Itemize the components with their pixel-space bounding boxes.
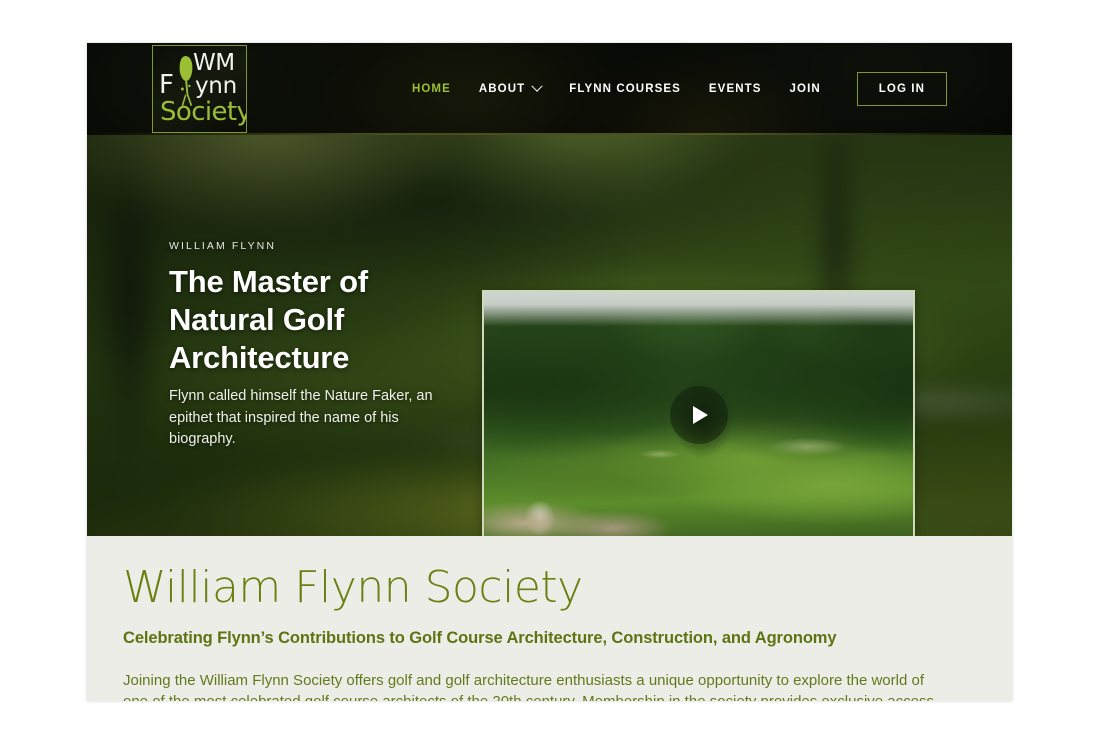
section-body-text: Joining the William Flynn Society offers… <box>123 672 934 701</box>
nav-item-flynn-courses[interactable]: FLYNN COURSES <box>569 83 681 95</box>
main-navigation: HOME ABOUT FLYNN COURSES EVENTS JOIN LOG… <box>412 72 947 106</box>
nav-item-join[interactable]: JOIN <box>790 83 821 95</box>
nav-item-home-label: HOME <box>411 83 451 95</box>
chevron-down-icon <box>531 80 543 92</box>
section-subtitle: Celebrating Flynn’s Contributions to Gol… <box>123 629 837 647</box>
logo-text-f: F <box>159 70 174 100</box>
intro-section: William Flynn Society Celebrating Flynn’… <box>87 536 1012 701</box>
site-logo[interactable]: WM F ynn Society <box>152 45 247 133</box>
hero-title: The Master of Natural Golf Architecture <box>169 264 368 375</box>
nav-item-about[interactable]: ABOUT <box>478 80 543 95</box>
site-header: WM F ynn Society HOME ABOUT FLYNN COURSE… <box>87 43 1012 135</box>
nav-item-join-label: JOIN <box>789 83 821 95</box>
hero-subtitle: Flynn called himself the Nature Faker, a… <box>169 388 433 448</box>
hero-copy-block: WILLIAM FLYNN The Master of Natural Golf… <box>169 240 454 451</box>
login-button[interactable]: LOG IN <box>856 72 947 106</box>
hero-section: WILLIAM FLYNN The Master of Natural Golf… <box>87 135 1012 536</box>
header-inner: WM F ynn Society HOME ABOUT FLYNN COURSE… <box>87 43 1012 135</box>
logo-text-ynn: ynn <box>195 73 237 99</box>
logo-text-society: Society <box>160 97 247 127</box>
logo-text-wm: WM <box>193 50 235 76</box>
nav-item-events-label: EVENTS <box>708 83 762 95</box>
nav-item-about-label: ABOUT <box>478 83 526 95</box>
nav-item-events[interactable]: EVENTS <box>709 83 762 95</box>
play-triangle-icon <box>693 406 708 424</box>
hero-video-player[interactable] <box>482 290 915 536</box>
website-page: WM F ynn Society HOME ABOUT FLYNN COURSE… <box>87 43 1012 701</box>
page-title: William Flynn Society <box>123 562 583 613</box>
video-play-button[interactable] <box>669 386 728 444</box>
browser-viewport: WM F ynn Society HOME ABOUT FLYNN COURSE… <box>0 0 1100 741</box>
nav-item-flynn-courses-label: FLYNN COURSES <box>569 83 681 95</box>
hero-eyebrow: WILLIAM FLYNN <box>169 240 277 252</box>
logo-artwork: WM F ynn Society <box>153 46 246 132</box>
nav-item-home[interactable]: HOME <box>412 83 451 95</box>
